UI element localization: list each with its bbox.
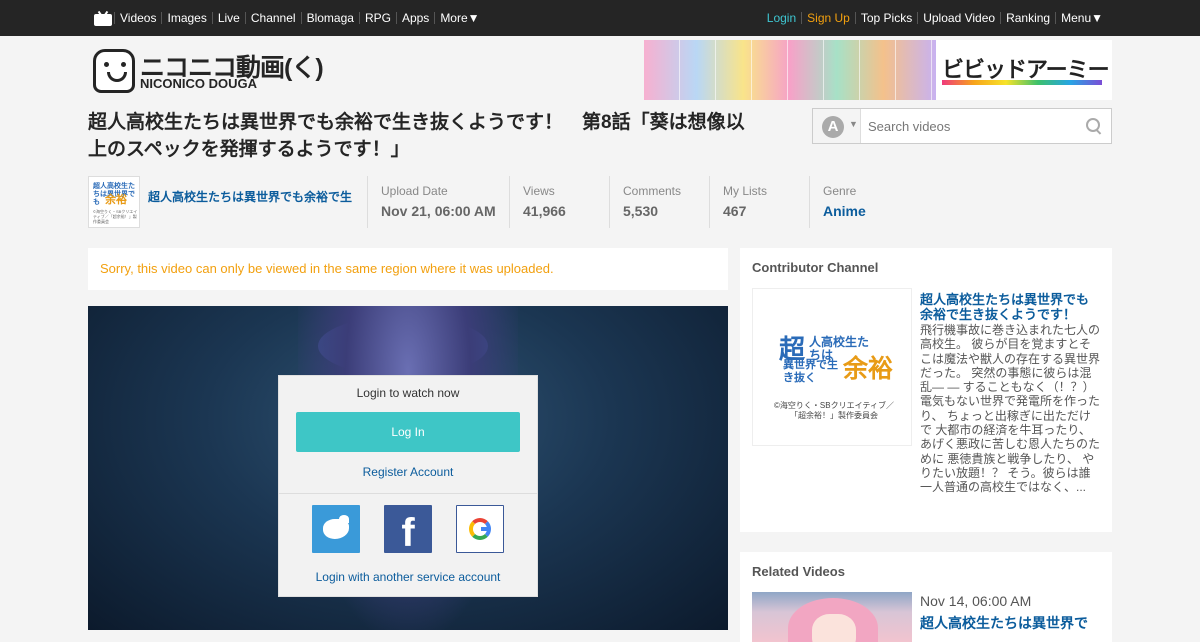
- related-videos-panel: Related Videos Nov 14, 06:00 AM 超人高校生たちは…: [740, 552, 1112, 642]
- search-type-selector[interactable]: A ▼: [813, 109, 861, 143]
- panel-heading: Related Videos: [752, 564, 845, 579]
- genre-link[interactable]: Anime: [823, 203, 929, 219]
- chevron-down-icon: ▼: [849, 119, 858, 129]
- nav-apps[interactable]: Apps: [395, 12, 434, 24]
- search-type-icon: A: [822, 116, 844, 138]
- top-navigation-bar: Videos Images Live Channel Blomaga RPG A…: [0, 0, 1200, 36]
- stat-value: 41,966: [523, 203, 566, 219]
- thumb-text: 異世界で生き抜く: [783, 359, 838, 384]
- logo-english: NICONICO DOUGA: [140, 76, 257, 91]
- nav-channel[interactable]: Channel: [244, 12, 301, 24]
- panel-heading: Contributor Channel: [752, 260, 879, 275]
- channel-name-link[interactable]: 超人高校生たちは異世界でも余裕で生き抜くようです！: [148, 188, 353, 205]
- nav-blomaga[interactable]: Blomaga: [300, 12, 359, 24]
- login-overlay: Login to watch now Log In Register Accou…: [278, 375, 538, 597]
- channel-thumbnail[interactable]: 超人高校生たちは異世界でも 余裕 ©海空りく・SBクリエイティブ／「超余裕！」製…: [88, 176, 140, 228]
- niconico-mascot-icon: [93, 49, 135, 93]
- region-notice: Sorry, this video can only be viewed in …: [88, 248, 728, 290]
- stat-label: Comments: [623, 184, 682, 198]
- login-button[interactable]: Log In: [296, 412, 520, 452]
- search-box: A ▼: [812, 108, 1112, 144]
- divider: [279, 493, 537, 494]
- nav-upload-video[interactable]: Upload Video: [917, 12, 1000, 24]
- stat-comments: Comments 5,530: [609, 176, 709, 228]
- thumb-text-credit: ©海空りく・SBクリエイティブ／「超余裕！」製作委員会: [93, 209, 138, 224]
- nav-live[interactable]: Live: [211, 12, 245, 24]
- ad-banner[interactable]: ビビッドアーミー: [644, 40, 1112, 100]
- nav-videos[interactable]: Videos: [114, 12, 161, 24]
- global-nav: Videos Images Live Channel Blomaga RPG A…: [94, 0, 485, 36]
- video-meta-row: 超人高校生たちは異世界でも 余裕 ©海空りく・SBクリエイティブ／「超余裕！」製…: [88, 176, 988, 228]
- twitter-icon: [323, 515, 349, 539]
- stat-label: My Lists: [723, 184, 768, 198]
- search-icon[interactable]: [1086, 118, 1102, 134]
- stat-my-lists: My Lists 467: [709, 176, 809, 228]
- stat-label: Genre: [823, 184, 857, 198]
- facebook-icon: f: [401, 511, 415, 555]
- stat-label: Upload Date: [381, 184, 448, 198]
- niconico-logo[interactable]: ニコニコ動画(く) NICONICO DOUGA: [90, 46, 324, 96]
- nav-rpg[interactable]: RPG: [358, 12, 396, 24]
- stat-value: Nov 21, 06:00 AM: [381, 203, 496, 219]
- thumb-credit: ©海空りく・SBクリエイティブ／「超余裕！」製作委員会: [774, 401, 894, 420]
- nav-top-picks[interactable]: Top Picks: [854, 12, 917, 24]
- google-login-button[interactable]: [456, 505, 504, 553]
- thumb-text-big: 余裕: [105, 194, 127, 206]
- thumb-art: [812, 614, 856, 642]
- contributor-description: 飛行機事故に巻き込まれた七人の高校生。 彼らが目を覚ますとそこは魔法や獣人の存在…: [920, 323, 1100, 495]
- other-service-login-link[interactable]: Login with another service account: [279, 570, 537, 584]
- contributor-channel-panel: Contributor Channel 超 人高校生たちは 余裕 異世界で生き抜…: [740, 248, 1112, 532]
- register-account-link[interactable]: Register Account: [279, 465, 537, 479]
- related-video-thumbnail[interactable]: [752, 592, 912, 642]
- login-heading: Login to watch now: [356, 386, 460, 400]
- account-nav: Login Sign Up Top Picks Upload Video Ran…: [762, 0, 1108, 36]
- contributor-thumbnail[interactable]: 超 人高校生たちは 余裕 異世界で生き抜く ©海空りく・SBクリエイティブ／「超…: [752, 288, 912, 446]
- nav-ranking[interactable]: Ranking: [1000, 12, 1055, 24]
- stat-views: Views 41,966: [509, 176, 609, 228]
- stat-label: Views: [523, 184, 555, 198]
- thumb-text: 余裕: [843, 355, 894, 383]
- nav-menu-dropdown[interactable]: Menu▼: [1055, 12, 1108, 24]
- facebook-login-button[interactable]: f: [384, 505, 432, 555]
- stat-upload-date: Upload Date Nov 21, 06:00 AM: [367, 176, 509, 228]
- niconico-tv-icon[interactable]: [94, 10, 112, 26]
- signup-link[interactable]: Sign Up: [801, 12, 855, 24]
- nav-images[interactable]: Images: [161, 12, 211, 24]
- stat-value: 467: [723, 203, 747, 219]
- related-video-title-link[interactable]: 超人高校生たちは異世界で: [920, 613, 1100, 633]
- banner-character-art: [644, 40, 936, 100]
- search-input[interactable]: [862, 109, 1082, 143]
- twitter-login-button[interactable]: [312, 505, 360, 553]
- banner-color-stripe: [942, 80, 1102, 85]
- stat-value: 5,530: [623, 203, 659, 219]
- nav-more-dropdown[interactable]: More▼: [434, 12, 484, 24]
- google-icon: [469, 518, 491, 540]
- video-title: 超人高校生たちは異世界でも余裕で生き抜くようです！ 第8話「葵は想像以上のスペッ…: [88, 112, 745, 160]
- stat-genre: Genre Anime: [809, 176, 929, 228]
- related-video-date: Nov 14, 06:00 AM: [920, 593, 1032, 609]
- contributor-title-link[interactable]: 超人高校生たちは異世界でも余裕で生き抜くようです！: [920, 292, 1100, 322]
- login-link[interactable]: Login: [762, 12, 801, 24]
